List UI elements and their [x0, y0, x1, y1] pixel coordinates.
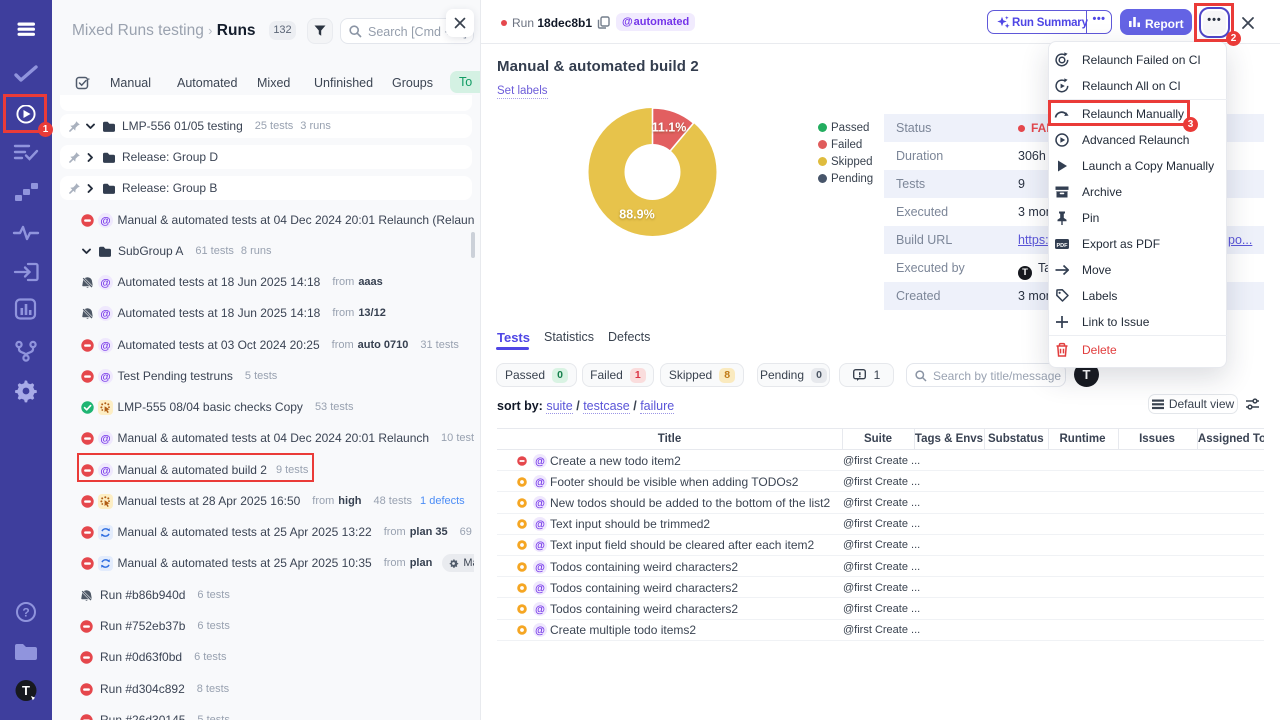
svg-text:@: @ — [535, 498, 545, 509]
svg-text:?: ? — [22, 606, 29, 620]
svg-text:11.1%: 11.1% — [652, 121, 687, 135]
svg-text:@: @ — [100, 277, 110, 289]
svg-text:@: @ — [100, 308, 110, 320]
svg-text:@: @ — [535, 604, 545, 615]
svg-text:@: @ — [100, 371, 110, 383]
svg-text:T: T — [22, 683, 30, 698]
svg-text:@: @ — [100, 215, 110, 227]
svg-text:@: @ — [535, 541, 545, 552]
svg-text:@: @ — [535, 583, 545, 594]
svg-text:88.9%: 88.9% — [619, 208, 654, 222]
svg-text:@: @ — [535, 477, 545, 488]
svg-text:@: @ — [535, 519, 545, 530]
svg-text:@: @ — [535, 562, 545, 573]
svg-text:@: @ — [100, 433, 110, 445]
svg-text:PDF: PDF — [1057, 243, 1069, 249]
svg-text:@: @ — [100, 340, 110, 352]
svg-text:@: @ — [535, 456, 545, 467]
svg-text:@: @ — [535, 625, 545, 636]
